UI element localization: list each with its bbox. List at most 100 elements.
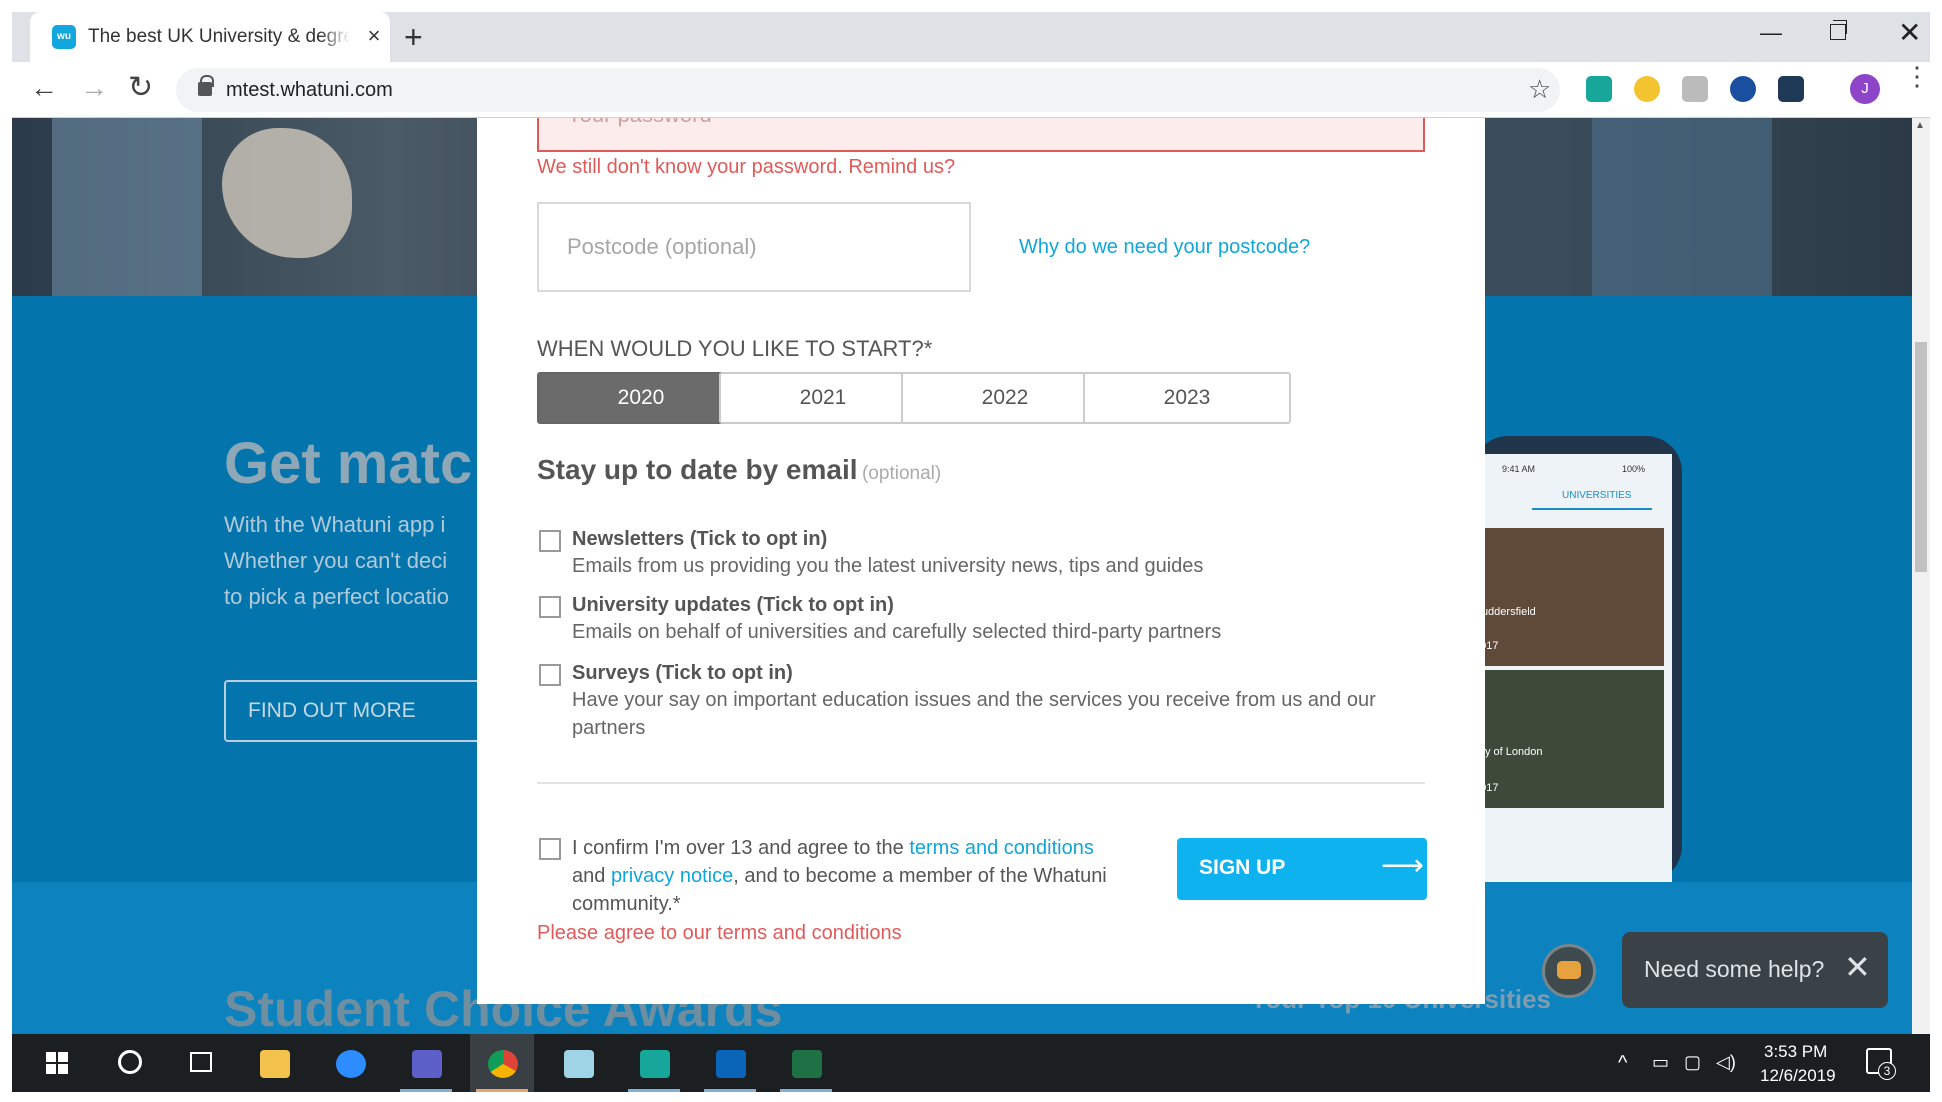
network-icon[interactable]: ▢ — [1684, 1052, 1701, 1073]
university-updates-checkbox[interactable] — [539, 596, 561, 618]
phone-tab-underline — [1532, 508, 1652, 510]
notes-icon[interactable] — [1682, 76, 1708, 102]
chat-help-bubble[interactable]: Need some help? ✕ — [1622, 932, 1888, 1008]
task-view-icon[interactable] — [170, 1034, 234, 1092]
zoom-icon[interactable] — [318, 1034, 382, 1092]
phone-screen: 9:41 AM 100% UNIVERSITIES Huddersfield 2… — [1472, 454, 1672, 882]
forward-arrow-icon[interactable]: → — [80, 72, 108, 104]
newsletters-desc: Emails from us providing you the latest … — [572, 555, 1204, 577]
ip-icon[interactable] — [1730, 76, 1756, 102]
clock-time[interactable]: 3:53 PM — [1764, 1042, 1827, 1062]
password-field[interactable]: Your password — [537, 118, 1425, 152]
postcode-input[interactable] — [539, 204, 969, 290]
profile-avatar[interactable]: J — [1850, 74, 1880, 104]
promo-heading: Get matc — [224, 431, 473, 496]
chatgpt-app-icon[interactable] — [622, 1034, 686, 1092]
phone-time: 9:41 AM — [1502, 464, 1536, 474]
phone-battery: 100% — [1622, 464, 1646, 474]
terms-error: Please agree to our terms and conditions — [537, 922, 902, 944]
tab-strip: wu The best UK University & degree × + —… — [12, 12, 1930, 62]
year-button-2023[interactable]: 2023 — [1083, 372, 1291, 424]
scroll-thumb[interactable] — [1915, 342, 1927, 572]
browser-window: wu The best UK University & degree × + —… — [0, 0, 1942, 1102]
chatgpt-icon[interactable] — [1586, 76, 1612, 102]
email-heading-text: Stay up to date by email — [537, 454, 858, 485]
outlook-icon[interactable] — [698, 1034, 762, 1092]
notes-app-icon[interactable] — [546, 1034, 610, 1092]
excel-icon[interactable] — [774, 1034, 838, 1092]
password-placeholder: Your password — [567, 118, 712, 128]
year-button-2022[interactable]: 2022 — [901, 372, 1109, 424]
email-section-heading: Stay up to date by email (optional) — [537, 454, 941, 486]
minimize-button[interactable]: — — [1760, 20, 1782, 46]
arrow-right-icon: ⟶ — [1381, 849, 1425, 882]
year-button-2021[interactable]: 2021 — [719, 372, 927, 424]
sign-up-button[interactable]: SIGN UP ⟶ — [1177, 838, 1427, 900]
newsletters-title[interactable]: Newsletters (Tick to opt in) — [572, 528, 827, 551]
password-error[interactable]: We still don't know your password. Remin… — [537, 156, 955, 179]
windows-taskbar: ^ ▭ ▢ ◁) 3:53 PM 12/6/2019 3 — [12, 1034, 1930, 1092]
promo-line-3: to pick a perfect locatio — [224, 584, 450, 609]
privacy-link[interactable]: privacy notice — [611, 865, 733, 887]
battery-icon[interactable]: ▭ — [1652, 1052, 1669, 1073]
university-updates-title[interactable]: University updates (Tick to opt in) — [572, 594, 894, 617]
phone-mockup: 9:41 AM 100% UNIVERSITIES Huddersfield 2… — [1472, 436, 1682, 882]
teams-icon[interactable] — [394, 1034, 458, 1092]
hero-denim-left — [52, 118, 202, 296]
sign-up-label: SIGN UP — [1199, 856, 1286, 879]
chatbot-robot-icon[interactable] — [1542, 944, 1596, 998]
terms-confirm-text: I confirm I'm over 13 and agree to the t… — [572, 834, 1132, 918]
phone-card: Huddersfield 2017 — [1472, 528, 1664, 666]
why-postcode-link[interactable]: Why do we need your postcode? — [1019, 236, 1310, 259]
newsletters-checkbox[interactable] — [539, 530, 561, 552]
browser-toolbar: ← → ↻ mtest.whatuni.com ☆ J ⋮ — [12, 62, 1930, 118]
sync-icon[interactable] — [1634, 76, 1660, 102]
find-out-more-label: FIND OUT MORE — [248, 699, 416, 722]
new-tab-button[interactable]: + — [404, 21, 423, 53]
action-center-icon[interactable]: 3 — [1866, 1048, 1896, 1080]
wallet-icon[interactable] — [1778, 76, 1804, 102]
scroll-up-icon[interactable]: ▲ — [1915, 120, 1925, 131]
window-close-button[interactable]: ✕ — [1898, 16, 1921, 49]
university-updates-desc: Emails on behalf of universities and car… — [572, 621, 1222, 643]
form-divider — [537, 782, 1425, 784]
page-scrollbar[interactable]: ▲ — [1912, 118, 1930, 1034]
hero-denim-right — [1592, 118, 1772, 296]
tab-title: The best UK University & degree — [88, 26, 350, 48]
chat-close-icon[interactable]: ✕ — [1844, 948, 1871, 986]
email-optional-text: (optional) — [861, 463, 942, 484]
url-text[interactable]: mtest.whatuni.com — [226, 79, 393, 102]
signup-modal: Your password We still don't know your p… — [477, 118, 1485, 1004]
terms-checkbox[interactable] — [539, 838, 561, 860]
cortana-search-icon[interactable] — [98, 1034, 162, 1092]
postcode-field[interactable] — [537, 202, 971, 292]
tab-close-icon[interactable]: × — [362, 24, 386, 48]
whatuni-favicon-icon: wu — [52, 25, 76, 49]
promo-line-2: Whether you can't deci — [224, 548, 448, 573]
back-arrow-icon[interactable]: ← — [30, 72, 58, 104]
lock-icon[interactable] — [198, 75, 214, 96]
promo-line-1: With the Whatuni app i — [224, 512, 446, 537]
chat-help-text: Need some help? — [1644, 956, 1825, 982]
reload-icon[interactable]: ↻ — [128, 70, 153, 105]
file-explorer-icon[interactable] — [242, 1034, 306, 1092]
page-content: Get matc With the Whatuni app i Whether … — [12, 118, 1912, 1034]
address-bar[interactable]: mtest.whatuni.com ☆ — [176, 68, 1560, 112]
surveys-checkbox[interactable] — [539, 664, 561, 686]
surveys-title[interactable]: Surveys (Tick to opt in) — [572, 662, 793, 685]
find-out-more-button[interactable]: FIND OUT MORE — [224, 680, 504, 742]
notification-count: 3 — [1878, 1062, 1896, 1080]
menu-dots-icon[interactable]: ⋮ — [1904, 63, 1930, 89]
surveys-desc: Have your say on important education iss… — [572, 689, 1376, 739]
restore-button[interactable] — [1830, 20, 1847, 40]
browser-tab[interactable]: wu The best UK University & degree × — [30, 12, 390, 62]
windows-start-icon[interactable] — [26, 1034, 90, 1092]
tray-chevron-icon[interactable]: ^ — [1618, 1052, 1627, 1075]
volume-icon[interactable]: ◁) — [1716, 1052, 1736, 1073]
confirm-text-2: and — [572, 865, 611, 887]
terms-link[interactable]: terms and conditions — [909, 837, 1094, 859]
clock-date[interactable]: 12/6/2019 — [1760, 1066, 1836, 1086]
year-button-2020[interactable]: 2020 — [537, 372, 745, 424]
chrome-icon[interactable] — [470, 1034, 534, 1092]
bookmark-star-icon[interactable]: ☆ — [1528, 74, 1551, 105]
